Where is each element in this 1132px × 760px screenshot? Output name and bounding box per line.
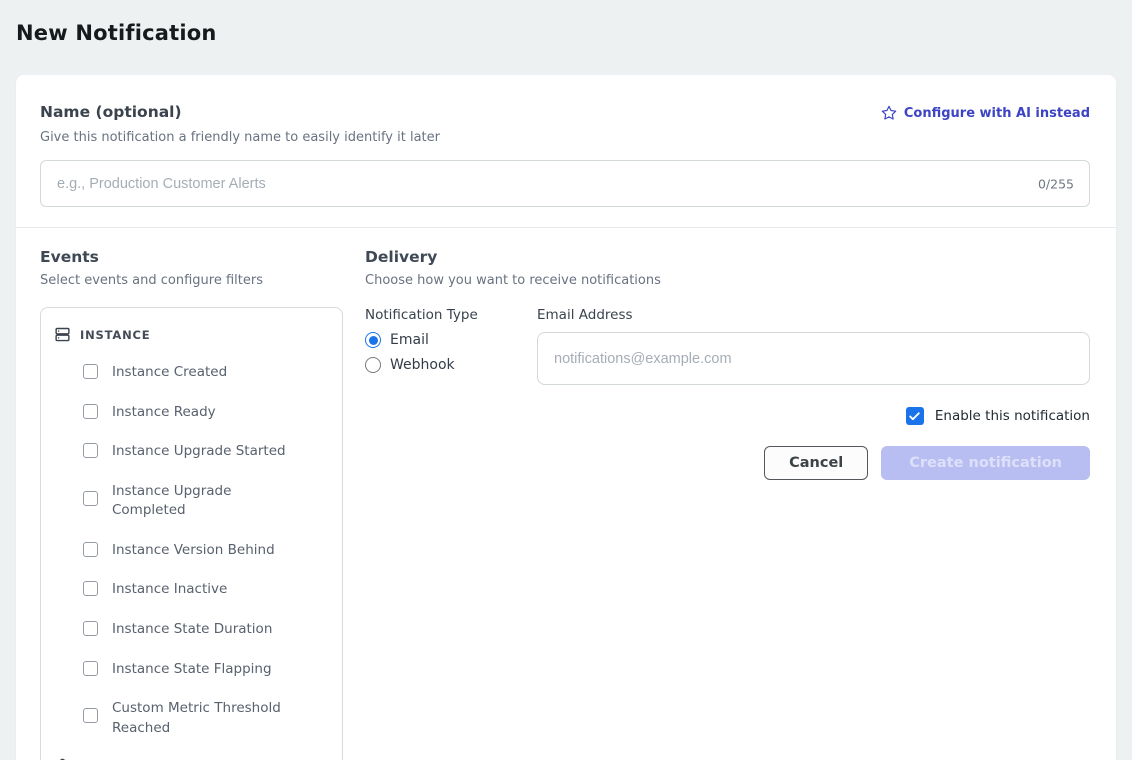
event-item-label: Custom Metric Threshold Reached [112,699,300,738]
event-item-label: Instance State Duration [112,620,272,640]
radio-email-icon[interactable] [365,332,381,348]
delivery-title: Delivery [365,248,1090,266]
radio-webhook-label: Webhook [390,357,455,373]
page-title: New Notification [0,0,1132,45]
event-checkbox[interactable] [83,542,98,557]
enable-notification-checkbox[interactable] [906,407,924,425]
event-checkbox[interactable] [83,621,98,636]
event-item-label: Instance Inactive [112,580,227,600]
enable-notification-label: Enable this notification [935,408,1090,424]
event-checkbox[interactable] [83,443,98,458]
enable-notification-row: Enable this notification [365,407,1090,425]
event-group-release: RELEASE [41,748,342,760]
create-notification-button[interactable]: Create notification [881,446,1090,480]
radio-email-label: Email [390,332,429,348]
event-item-label: Instance State Flapping [112,660,272,680]
cancel-button[interactable]: Cancel [764,446,868,480]
delivery-subtitle: Choose how you want to receive notificat… [365,273,1090,288]
notification-type-label: Notification Type [365,307,537,323]
event-item-label: Instance Upgrade Started [112,442,286,462]
event-item-instance-inactive: Instance Inactive [41,570,342,610]
name-section: Name (optional) Configure with AI instea… [16,75,1116,227]
new-notification-card: Name (optional) Configure with AI instea… [16,75,1116,760]
event-item-instance-version-behind: Instance Version Behind [41,531,342,571]
configure-with-ai-link[interactable]: Configure with AI instead [881,105,1090,121]
event-item-label: Instance Upgrade Completed [112,482,300,521]
email-address-label: Email Address [537,307,1090,323]
event-item-label: Instance Version Behind [112,541,275,561]
event-item-custom-metric-threshold: Custom Metric Threshold Reached [41,689,342,748]
event-checkbox[interactable] [83,491,98,506]
event-item-label: Instance Ready [112,403,216,423]
configure-with-ai-label: Configure with AI instead [904,106,1090,121]
events-title: Events [40,248,343,266]
radio-option-webhook[interactable]: Webhook [365,357,537,373]
event-item-instance-state-duration: Instance State Duration [41,610,342,650]
name-description: Give this notification a friendly name t… [40,130,1090,145]
event-item-instance-upgrade-started: Instance Upgrade Started [41,432,342,472]
radio-option-email[interactable]: Email [365,332,537,348]
event-item-instance-upgrade-completed: Instance Upgrade Completed [41,472,342,531]
event-checkbox[interactable] [83,661,98,676]
email-address-input[interactable] [537,332,1090,385]
events-subtitle: Select events and configure filters [40,273,343,288]
event-item-instance-state-flapping: Instance State Flapping [41,650,342,690]
radio-webhook-icon[interactable] [365,357,381,373]
delivery-section: Delivery Choose how you want to receive … [365,248,1090,760]
name-label: Name (optional) [40,103,182,121]
name-input[interactable] [40,160,1090,207]
event-checkbox[interactable] [83,364,98,379]
event-checkbox[interactable] [83,581,98,596]
event-checkbox[interactable] [83,404,98,419]
event-checkbox[interactable] [83,708,98,723]
char-counter: 0/255 [1038,176,1074,191]
event-item-label: Instance Created [112,363,227,383]
event-group-instance: INSTANCE [41,316,342,353]
server-icon [54,326,71,343]
event-group-label: INSTANCE [80,328,150,342]
events-panel: INSTANCE Instance Created Instance Ready… [40,307,343,760]
event-item-instance-ready: Instance Ready [41,393,342,433]
events-section: Events Select events and configure filte… [40,248,343,760]
event-item-instance-created: Instance Created [41,353,342,393]
star-icon [881,105,897,121]
